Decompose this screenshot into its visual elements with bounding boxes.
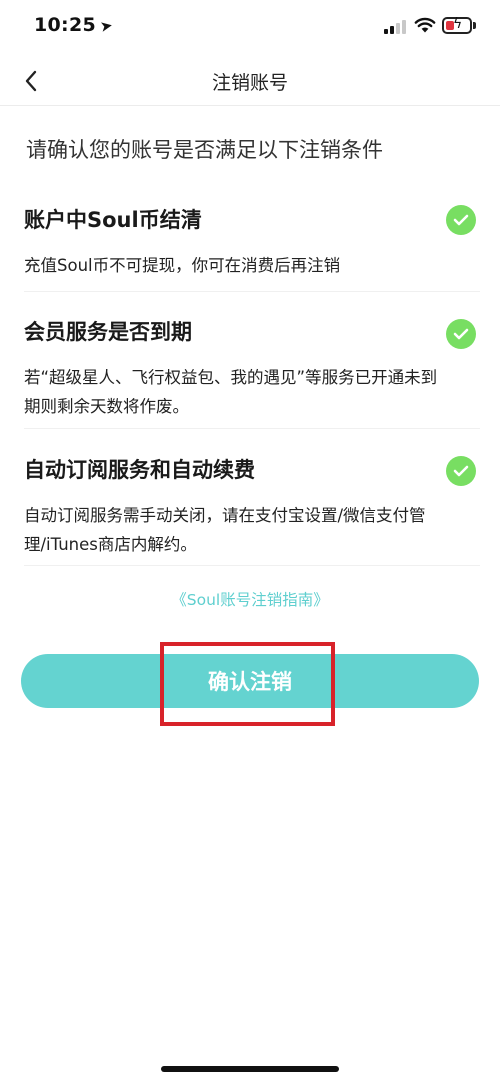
- wifi-icon: [414, 17, 436, 33]
- intro-text: 请确认您的账号是否满足以下注销条件: [26, 138, 383, 162]
- cellular-signal-icon: [384, 20, 408, 34]
- condition-title: 会员服务是否到期: [24, 320, 192, 344]
- condition-desc: 若“超级星人、飞行权益包、我的遇见”等服务已开通未到期则剩余天数将作废。: [24, 368, 438, 416]
- condition-desc: 自动订阅服务需手动关闭，请在支付宝设置/微信支付管理/iTunes商店内解约。: [24, 506, 426, 554]
- check-circle-icon: [446, 205, 476, 235]
- status-time-text: 10:25: [34, 14, 96, 36]
- location-arrow-icon: ➤: [98, 16, 115, 36]
- home-indicator: [161, 1066, 339, 1072]
- condition-item-subscription: 自动订阅服务和自动续费 自动订阅服务需手动关闭，请在支付宝设置/微信支付管理/i…: [24, 455, 480, 566]
- nav-bar: 注销账号: [0, 56, 500, 106]
- battery-charging-icon: ϟ: [442, 16, 472, 34]
- condition-title: 账户中Soul币结清: [24, 208, 202, 232]
- condition-item-membership: 会员服务是否到期 若“超级星人、飞行权益包、我的遇见”等服务已开通未到期则剩余天…: [24, 317, 480, 429]
- condition-title: 自动订阅服务和自动续费: [24, 458, 255, 482]
- status-time: 10:25 ➤: [34, 14, 115, 36]
- battery-tip: [473, 22, 476, 29]
- confirm-cancel-button[interactable]: 确认注销: [21, 654, 479, 708]
- condition-item-soul-coins: 账户中Soul币结清 充值Soul币不可提现，你可在消费后再注销: [24, 205, 480, 292]
- condition-desc: 充值Soul币不可提现，你可在消费后再注销: [24, 256, 341, 275]
- account-cancel-guide-link[interactable]: 《Soul账号注销指南》: [0, 588, 500, 610]
- check-circle-icon: [446, 319, 476, 349]
- page-title: 注销账号: [211, 72, 288, 94]
- status-bar: 10:25 ➤ ϟ: [0, 0, 500, 56]
- check-circle-icon: [446, 456, 476, 486]
